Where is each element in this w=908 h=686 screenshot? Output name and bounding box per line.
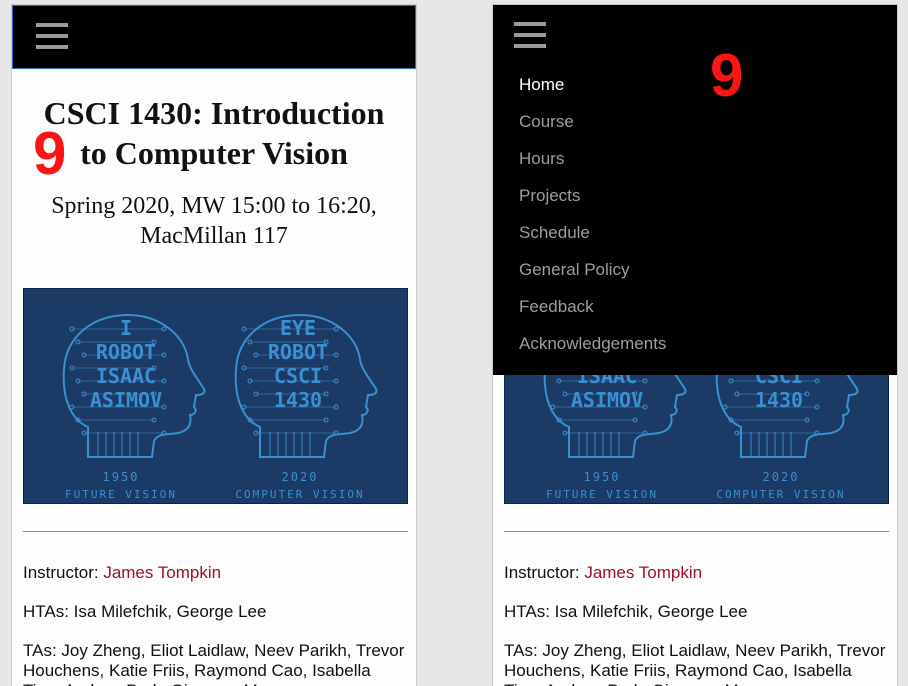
left-year-label: 1950: [584, 470, 621, 484]
right-caption-label: COMPUTER VISION: [716, 488, 845, 501]
instructor-line: Instructor: James Tompkin: [504, 563, 889, 583]
left-head-word: ROBOT: [96, 340, 156, 364]
htas-line: HTAs: Isa Milefchik, George Lee: [504, 602, 748, 621]
nav-item-feedback[interactable]: Feedback: [519, 288, 666, 325]
step-number-badge: 9: [33, 120, 67, 187]
right-caption-label: COMPUTER VISION: [235, 488, 364, 501]
horizontal-divider: [504, 531, 889, 532]
instructor-line: Instructor: James Tompkin: [23, 563, 408, 583]
right-head-silhouette: EYEROBOTCSCI1430: [234, 313, 378, 458]
left-head-word: I: [120, 316, 132, 340]
nav-item-projects[interactable]: Projects: [519, 177, 666, 214]
step-number-badge: 9: [710, 42, 744, 109]
left-caption-label: FUTURE VISION: [65, 488, 177, 501]
right-year-label: 2020: [763, 470, 800, 484]
course-banner-image: IROBOTISAACASIMOVEYEROBOTCSCI14301950FUT…: [23, 288, 408, 504]
instructor-link[interactable]: James Tompkin: [103, 563, 221, 582]
right-head-word: 1430: [755, 388, 803, 412]
left-head-word: ASIMOV: [571, 388, 643, 412]
left-caption-label: FUTURE VISION: [546, 488, 658, 501]
page-view-menu-open: IROBOTISAACASIMOVEYEROBOTCSCI14301950FUT…: [492, 4, 898, 686]
nav-item-acknowledgements[interactable]: Acknowledgements: [519, 325, 666, 362]
instructor-link[interactable]: James Tompkin: [584, 563, 702, 582]
page-title: CSCI 1430: Introduction to Computer Visi…: [43, 95, 385, 171]
left-year-label: 1950: [103, 470, 140, 484]
nav-item-general-policy[interactable]: General Policy: [519, 251, 666, 288]
nav-menu-list: Home Course Hours Projects Schedule General P…: [519, 66, 666, 362]
instructor-label: Instructor:: [504, 563, 585, 582]
htas-line: HTAs: Isa Milefchik, George Lee: [23, 602, 267, 621]
tas-line: TAs: Joy Zheng, Eliot Laidlaw, Neev Pari…: [23, 641, 405, 686]
right-head-word: CSCI: [274, 364, 322, 388]
nav-item-home[interactable]: Home: [519, 66, 666, 103]
right-year-label: 2020: [282, 470, 319, 484]
instructor-label: Instructor:: [23, 563, 104, 582]
nav-item-schedule[interactable]: Schedule: [519, 214, 666, 251]
right-head-word: EYE: [280, 316, 316, 340]
hamburger-menu-icon[interactable]: [36, 23, 68, 51]
left-head-silhouette: IROBOTISAACASIMOV: [62, 313, 206, 458]
horizontal-divider: [23, 531, 408, 532]
top-nav-bar: [12, 5, 416, 69]
left-head-word: ISAAC: [96, 364, 156, 388]
nav-dropdown-menu: Home Course Hours Projects Schedule General P…: [493, 5, 897, 375]
right-head-word: ROBOT: [268, 340, 328, 364]
left-head-word: ASIMOV: [90, 388, 162, 412]
course-schedule-subtitle: Spring 2020, MW 15:00 to 16:20, MacMilla…: [51, 193, 377, 249]
right-head-word: 1430: [274, 388, 322, 412]
nav-item-course[interactable]: Course: [519, 103, 666, 140]
nav-item-hours[interactable]: Hours: [519, 140, 666, 177]
hamburger-menu-icon[interactable]: [514, 22, 546, 50]
tas-line: TAs: Joy Zheng, Eliot Laidlaw, Neev Pari…: [504, 641, 886, 686]
page-view-collapsed: CSCI 1430: Introduction to Computer Visi…: [11, 4, 417, 686]
